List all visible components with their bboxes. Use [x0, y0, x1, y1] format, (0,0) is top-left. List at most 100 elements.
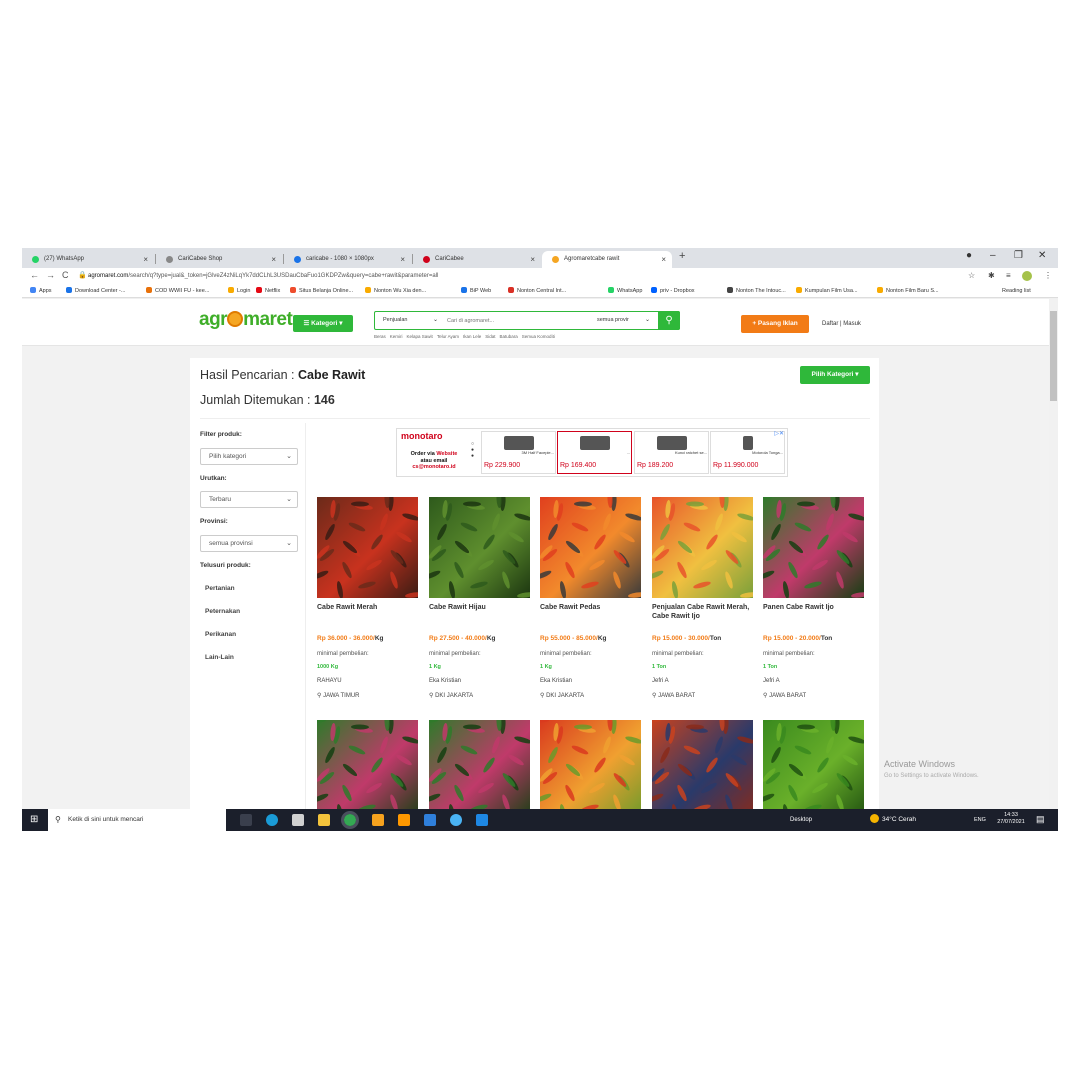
- scrollbar-thumb[interactable]: [1050, 311, 1057, 401]
- tab-caricabe-canvas[interactable]: caricabe - 1080 × 1080px ×: [284, 251, 411, 268]
- forward-icon[interactable]: →: [46, 270, 55, 280]
- bookmark-item[interactable]: priv - Dropbox: [651, 285, 695, 297]
- product-photo[interactable]: [540, 720, 641, 809]
- minimize-button[interactable]: –: [990, 250, 996, 261]
- search-input[interactable]: [447, 315, 587, 326]
- product-card[interactable]: Cabe Rawit Hijau Rp 27.500 - 40.000/Kg min…: [429, 497, 530, 699]
- maximize-button[interactable]: ❐: [1014, 250, 1023, 261]
- kategori-button[interactable]: ☰ Kategori ▾: [293, 315, 353, 332]
- product-photo[interactable]: [763, 497, 864, 598]
- product-photo[interactable]: [317, 720, 418, 809]
- bookmark-item[interactable]: WhatsApp: [608, 285, 642, 297]
- product-photo[interactable]: [317, 497, 418, 598]
- zoom-icon[interactable]: [450, 814, 462, 826]
- taskbar-search[interactable]: ⚲ Ketik di sini untuk mencari: [48, 809, 226, 831]
- vscode-icon[interactable]: [424, 814, 436, 826]
- extensions-icon[interactable]: ✱: [988, 271, 995, 280]
- product-card[interactable]: Penjualan Cabe Rawit Merah, Cabe Rawit I…: [652, 497, 753, 699]
- url-field[interactable]: agromaret.com/search/q?type=jual&_token=…: [88, 271, 968, 282]
- ad-item[interactable]: 3M Half Facepie... Rp 229.900: [481, 431, 556, 474]
- product-photo[interactable]: [652, 497, 753, 598]
- ad-item[interactable]: Motorola Tonga... Rp 11.990.000: [710, 431, 785, 474]
- windows-start-icon[interactable]: ⊞: [30, 814, 38, 825]
- auth-links[interactable]: Daftar | Masuk: [822, 315, 861, 333]
- product-photo[interactable]: [429, 720, 530, 809]
- ad-close-icon[interactable]: ▷✕: [774, 430, 784, 437]
- quick-link[interactable]: Kemiri: [390, 334, 403, 339]
- ad-banner[interactable]: monotaro Order via Website atau email cs@m…: [396, 428, 788, 477]
- agromaret-logo[interactable]: agr maret: [199, 309, 293, 331]
- search-button[interactable]: ⚲: [658, 310, 680, 330]
- chrome-icon[interactable]: [341, 811, 359, 829]
- bookmark-item[interactable]: Nonton Central Int...: [508, 285, 566, 297]
- tab-agromaret[interactable]: Agromaretcabe rawit ×: [542, 251, 672, 268]
- edge-icon[interactable]: [266, 814, 278, 826]
- clock[interactable]: 14:33 27/07/2021: [994, 812, 1028, 826]
- mail-icon[interactable]: [476, 814, 488, 826]
- desktop-toolbar[interactable]: Desktop: [790, 809, 812, 831]
- product-name[interactable]: Cabe Rawit Pedas: [540, 603, 641, 612]
- tab-caricabee[interactable]: CariCabee ×: [413, 251, 541, 268]
- category-lain-lain[interactable]: Lain-Lain: [205, 654, 234, 661]
- ad-item[interactable]: ... Rp 169.400: [557, 431, 632, 474]
- new-tab-button[interactable]: +: [679, 250, 685, 262]
- file-explorer-icon[interactable]: [318, 814, 330, 826]
- bookmark-item[interactable]: BiP Web: [461, 285, 491, 297]
- province-select[interactable]: semua provir: [597, 312, 629, 329]
- close-icon[interactable]: ×: [530, 251, 535, 268]
- close-icon[interactable]: ×: [661, 251, 666, 268]
- quick-link[interactable]: Ikan Lele: [463, 334, 481, 339]
- bookmark-item[interactable]: Download Center -...: [66, 285, 125, 297]
- media-icon[interactable]: ≡: [1006, 271, 1011, 280]
- product-name[interactable]: Panen Cabe Rawit Ijo: [763, 603, 864, 612]
- quick-link[interactable]: Batubara: [500, 334, 518, 339]
- close-icon[interactable]: ×: [400, 251, 405, 268]
- bookmark-item[interactable]: Apps: [30, 285, 52, 297]
- avatar[interactable]: [1022, 271, 1032, 281]
- tab-caricabee-shop[interactable]: CariCabee Shop ×: [156, 251, 282, 268]
- quick-link[interactable]: Semua Komoditi: [522, 334, 555, 339]
- language-indicator[interactable]: ENG: [974, 809, 986, 831]
- product-card[interactable]: Cabe Rawit Pedas Rp 55.000 - 85.000/Kg min…: [540, 497, 641, 699]
- product-card[interactable]: [429, 720, 530, 809]
- quick-link[interactable]: Telur Ayam: [437, 334, 459, 339]
- search-type-select[interactable]: Penjualan: [383, 312, 407, 329]
- bookmark-item[interactable]: Situs Belanja Online...: [290, 285, 353, 297]
- product-name[interactable]: Cabe Rawit Hijau: [429, 603, 530, 612]
- bookmark-item[interactable]: Login: [228, 285, 250, 297]
- sublime-icon[interactable]: [398, 814, 410, 826]
- product-card[interactable]: Cabe Rawit Merah Rp 36.000 - 36.000/Kg min…: [317, 497, 418, 699]
- ad-item[interactable]: Kunci ratchet se... Rp 189.200: [634, 431, 709, 474]
- close-icon[interactable]: ×: [271, 251, 276, 268]
- province-filter-select[interactable]: semua provinsi ⌄: [200, 535, 298, 552]
- product-card[interactable]: [652, 720, 753, 809]
- category-perikanan[interactable]: Perikanan: [205, 631, 236, 638]
- quick-link[interactable]: Beras: [374, 334, 386, 339]
- category-pertanian[interactable]: Pertanian: [205, 585, 235, 592]
- pilih-kategori-button[interactable]: Pilih Kategori ▾: [800, 366, 870, 384]
- filter-select[interactable]: Pilih kategori ⌄: [200, 448, 298, 465]
- star-icon[interactable]: ☆: [968, 271, 975, 280]
- category-peternakan[interactable]: Peternakan: [205, 608, 240, 615]
- bookmark-item[interactable]: COD WWII FU - kee...: [146, 285, 209, 297]
- pasang-iklan-button[interactable]: + Pasang Iklan: [741, 315, 809, 333]
- bookmark-item[interactable]: Netflix: [256, 285, 280, 297]
- profile-icon[interactable]: ●: [966, 250, 972, 261]
- reading-list-button[interactable]: Reading list: [1002, 285, 1031, 297]
- product-name[interactable]: Cabe Rawit Merah: [317, 603, 418, 612]
- product-card[interactable]: [317, 720, 418, 809]
- bookmark-item[interactable]: Kumpulan Film Usa...: [796, 285, 858, 297]
- menu-icon[interactable]: ⋮: [1044, 271, 1052, 280]
- scrollbar[interactable]: [1049, 299, 1058, 809]
- product-photo[interactable]: [429, 497, 530, 598]
- task-view-icon[interactable]: [240, 814, 252, 826]
- sort-select[interactable]: Terbaru ⌄: [200, 491, 298, 508]
- store-icon[interactable]: [292, 814, 304, 826]
- close-window-button[interactable]: ✕: [1038, 250, 1046, 261]
- back-icon[interactable]: ←: [30, 270, 39, 280]
- bookmark-item[interactable]: Nonton Wu Xia den...: [365, 285, 426, 297]
- product-name[interactable]: Penjualan Cabe Rawit Merah, Cabe Rawit I…: [652, 603, 753, 621]
- bookmark-item[interactable]: Nonton The Intouc...: [727, 285, 786, 297]
- weather-widget[interactable]: 34°C Cerah: [870, 809, 916, 831]
- close-icon[interactable]: ×: [143, 251, 148, 268]
